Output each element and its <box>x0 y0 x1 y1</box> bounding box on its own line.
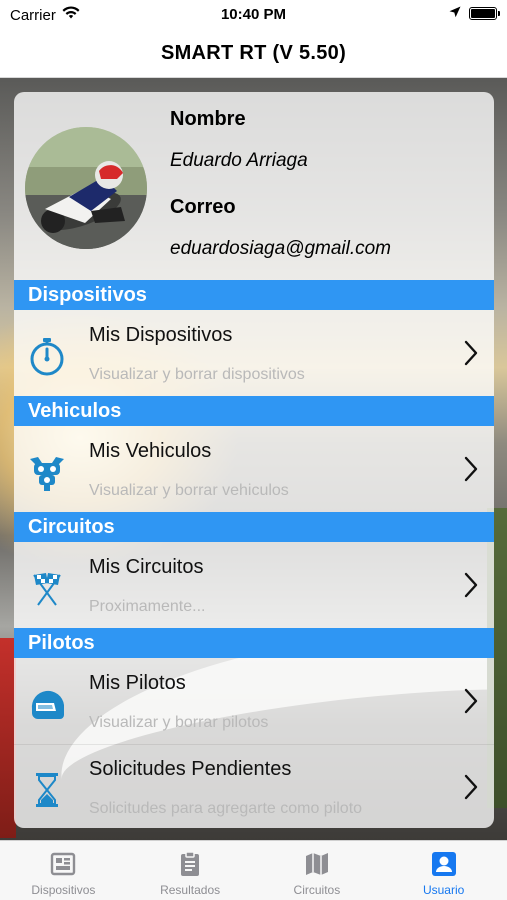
row-mis-vehiculos[interactable]: Mis Vehiculos Visualizar y borrar vehicu… <box>14 426 494 512</box>
navigation-bar: SMART RT (V 5.50) <box>0 30 507 78</box>
stopwatch-icon <box>26 335 68 377</box>
row-subtitle: Solicitudes para agregarte como piloto <box>89 800 363 817</box>
name-label: Nombre <box>170 108 246 130</box>
profile-section: Nombre Eduardo Arriaga Correo eduardosia… <box>14 92 494 280</box>
status-indicators <box>449 5 500 22</box>
chevron-right-icon <box>464 340 478 366</box>
hourglass-icon <box>26 769 68 811</box>
row-solicitudes-pendientes[interactable]: Solicitudes Pendientes Solicitudes para … <box>14 744 494 828</box>
chevron-right-icon <box>464 456 478 482</box>
tab-circuitos[interactable]: Circuitos <box>254 841 381 900</box>
tab-usuario[interactable]: Usuario <box>380 841 507 900</box>
row-title: Solicitudes Pendientes <box>89 758 292 780</box>
tab-dispositivos[interactable]: Dispositivos <box>0 841 127 900</box>
row-subtitle: Visualizar y borrar pilotos <box>89 714 269 731</box>
page-title: SMART RT (V 5.50) <box>160 42 347 64</box>
user-panel: Nombre Eduardo Arriaga Correo eduardosia… <box>14 92 494 828</box>
section-header-circuitos: Circuitos <box>14 512 494 542</box>
row-title: Mis Vehiculos <box>89 440 212 462</box>
tab-label: Circuitos <box>293 883 341 897</box>
tab-label: Resultados <box>160 883 221 897</box>
chevron-right-icon <box>464 688 478 714</box>
section-header-dispositivos: Dispositivos <box>14 280 494 310</box>
section-header-vehiculos: Vehiculos <box>14 396 494 426</box>
status-bar: Carrier 10:40 PM <box>0 0 507 30</box>
row-mis-dispositivos[interactable]: Mis Dispositivos Visualizar y borrar dis… <box>14 310 494 396</box>
row-mis-circuitos[interactable]: Mis Circuitos Proximamente... <box>14 542 494 628</box>
email-value: eduardosiaga@gmail.com <box>170 238 392 259</box>
chevron-right-icon <box>464 572 478 598</box>
name-value: Eduardo Arriaga <box>170 150 308 171</box>
tab-resultados[interactable]: Resultados <box>127 841 254 900</box>
row-title: Mis Dispositivos <box>89 324 233 346</box>
dashboard-icon <box>49 850 77 878</box>
battery-icon <box>469 7 500 20</box>
row-subtitle: Visualizar y borrar dispositivos <box>89 366 305 383</box>
map-icon <box>303 850 331 878</box>
clipboard-icon <box>176 850 204 878</box>
helmet-icon <box>26 683 68 725</box>
section-header-pilotos: Pilotos <box>14 628 494 658</box>
email-label: Correo <box>170 196 236 218</box>
avatar <box>25 127 147 249</box>
row-subtitle: Proximamente... <box>89 598 206 615</box>
clock: 10:40 PM <box>220 6 287 23</box>
motorcycle-icon <box>26 451 68 493</box>
row-title: Mis Circuitos <box>89 556 204 578</box>
tab-bar: Dispositivos Resultados Circuitos Usuari… <box>0 840 507 900</box>
location-arrow-icon <box>449 5 461 22</box>
row-title: Mis Pilotos <box>89 672 186 694</box>
tab-label: Dispositivos <box>31 883 96 897</box>
user-icon <box>430 850 458 878</box>
row-mis-pilotos[interactable]: Mis Pilotos Visualizar y borrar pilotos <box>14 658 494 744</box>
checkered-flags-icon <box>26 567 68 609</box>
row-subtitle: Visualizar y borrar vehiculos <box>89 482 289 499</box>
chevron-right-icon <box>464 774 478 800</box>
tab-label: Usuario <box>422 883 465 897</box>
